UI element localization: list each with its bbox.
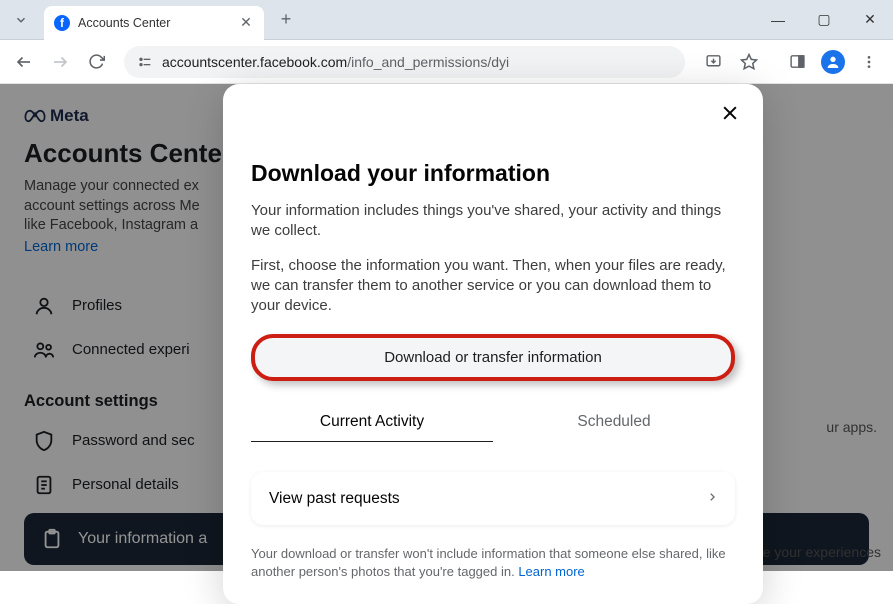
address-bar[interactable]: accountscenter.facebook.com/info_and_per… bbox=[124, 46, 685, 78]
modal-close-button[interactable] bbox=[715, 98, 745, 128]
profile-avatar-icon bbox=[821, 50, 845, 74]
browser-titlebar: f Accounts Center ✕ + — ▢ ✕ bbox=[0, 0, 893, 40]
minimize-button[interactable]: — bbox=[755, 0, 801, 40]
bookmark-icon[interactable] bbox=[733, 46, 765, 78]
list-btn-label: View past requests bbox=[269, 490, 400, 508]
view-past-requests-button[interactable]: View past requests bbox=[251, 472, 735, 525]
download-transfer-button[interactable]: Download or transfer information bbox=[251, 334, 735, 381]
site-settings-icon[interactable] bbox=[136, 53, 154, 71]
close-window-button[interactable]: ✕ bbox=[847, 0, 893, 40]
back-button[interactable] bbox=[8, 46, 40, 78]
modal-tabs: Current Activity Scheduled bbox=[251, 405, 735, 442]
install-app-icon[interactable] bbox=[697, 46, 729, 78]
footnote-learn-more-link[interactable]: Learn more bbox=[518, 564, 584, 579]
chevron-right-icon bbox=[707, 488, 717, 509]
modal-footnote: Your download or transfer won't include … bbox=[251, 545, 735, 581]
menu-button[interactable] bbox=[853, 46, 885, 78]
browser-tab[interactable]: f Accounts Center ✕ bbox=[44, 6, 264, 40]
tab-search-dropdown[interactable] bbox=[4, 6, 38, 34]
maximize-button[interactable]: ▢ bbox=[801, 0, 847, 40]
tab-close-button[interactable]: ✕ bbox=[238, 15, 254, 31]
reload-button[interactable] bbox=[80, 46, 112, 78]
modal-paragraph: First, choose the information you want. … bbox=[251, 256, 735, 317]
forward-button[interactable] bbox=[44, 46, 76, 78]
browser-toolbar: accountscenter.facebook.com/info_and_per… bbox=[0, 40, 893, 84]
facebook-favicon: f bbox=[54, 15, 70, 31]
url-text: accountscenter.facebook.com/info_and_per… bbox=[162, 54, 673, 70]
profile-button[interactable] bbox=[817, 46, 849, 78]
window-controls: — ▢ ✕ bbox=[755, 0, 893, 40]
tab-current-activity[interactable]: Current Activity bbox=[251, 405, 493, 442]
new-tab-button[interactable]: + bbox=[272, 6, 300, 34]
modal-title: Download your information bbox=[251, 160, 735, 187]
side-panel-icon[interactable] bbox=[781, 46, 813, 78]
tab-title: Accounts Center bbox=[78, 16, 230, 30]
download-info-modal: Download your information Your informati… bbox=[223, 84, 763, 604]
modal-paragraph: Your information includes things you've … bbox=[251, 201, 735, 242]
tab-scheduled[interactable]: Scheduled bbox=[493, 405, 735, 442]
